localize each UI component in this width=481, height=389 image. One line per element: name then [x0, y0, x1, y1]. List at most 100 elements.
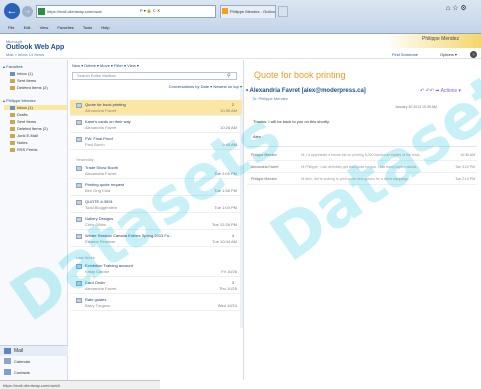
folder-rss[interactable]: RSS Feeds — [10, 147, 37, 152]
group-header: Yesterday — [76, 157, 94, 162]
message-subject: Exhibition Training account — [85, 263, 133, 268]
folder-label: Sent Items — [17, 119, 37, 124]
fav-deleted[interactable]: Deleted Items (2) — [10, 85, 48, 90]
folder-inbox[interactable]: Inbox (1) — [4, 105, 67, 110]
message-body: Thanks. I will be back to you on this sh… — [253, 119, 330, 124]
thread-sender: Philippe Mendez — [251, 153, 277, 157]
message-date: Fri 10/26 — [221, 269, 237, 274]
list-item[interactable]: Exhibition Training account Kristy Carone… — [70, 261, 242, 277]
sent-icon — [10, 78, 15, 83]
nav-label: Calendar — [14, 359, 31, 364]
message-subject: Winter Session Canada Entries Spring 201… — [85, 233, 173, 238]
list-item[interactable]: Card Order Alexandria Favret 3 Thu 10/25 — [70, 278, 242, 294]
app-title: Outlook Web App — [6, 44, 65, 51]
thread-snippet: Hi Philippe, I can definitely get that q… — [301, 165, 419, 169]
message-from: Alexandria Favret — [85, 108, 117, 113]
message-from: Todd Bloggerstein — [85, 205, 118, 210]
message-date: January 30 2013 10:39 AM — [395, 105, 437, 109]
folder-label: Deleted Items (2) — [17, 85, 48, 90]
reply-actions[interactable]: ↶ ↶↶ ➦ Actions ▾ — [420, 88, 461, 94]
envelope-icon — [76, 183, 82, 188]
reading-pane — [245, 60, 481, 389]
favorites-header[interactable]: ▴ Favorites — [3, 64, 23, 69]
site-icon — [38, 8, 45, 15]
forward-arrow-icon[interactable]: → — [22, 6, 33, 17]
envelope-icon — [76, 264, 82, 269]
nav-mail[interactable]: Mail — [0, 345, 68, 356]
address-controls[interactable]: P ▾ 🔒 C ✕ — [140, 5, 160, 17]
menu-view[interactable]: View — [40, 25, 49, 30]
fav-inbox[interactable]: Inbox (1) — [10, 71, 33, 76]
list-item[interactable]: Printing quote request Ben Ong Chia Tue 1:… — [70, 180, 242, 196]
new-tab-button[interactable] — [278, 6, 288, 17]
message-count: 4 — [231, 233, 234, 238]
find-someone-link[interactable]: Find Someone — [392, 52, 418, 57]
envelope-icon — [76, 234, 82, 239]
back-arrow-icon[interactable]: ← — [4, 3, 20, 19]
message-from: Chris Gibbs — [85, 222, 106, 227]
thread-sender: Philippe Mendez — [251, 177, 277, 181]
rss-icon — [10, 147, 15, 152]
envelope-icon — [76, 137, 82, 142]
deleted-icon — [10, 85, 15, 90]
message-date: Tue 1:04 PM — [214, 205, 237, 210]
message-from: Paul Burch — [85, 142, 105, 147]
notes-icon — [10, 140, 15, 145]
folder-drafts[interactable]: Drafts — [10, 112, 28, 117]
thread-item[interactable]: Philippe Mendez Hi, I'd appreciate a form… — [247, 150, 477, 161]
message-recipient[interactable]: To: Philippe Mendez — [252, 96, 288, 101]
help-icon[interactable]: ? — [470, 51, 477, 58]
fav-sent[interactable]: Sent Items — [10, 78, 36, 83]
message-sender[interactable]: • Alexandria Favret [alex@moderpress.ca] — [246, 88, 366, 94]
group-header: Last Week — [76, 255, 95, 260]
folder-notes[interactable]: Notes — [10, 140, 27, 145]
thread-item[interactable]: Philippe Mendez Hi Alex, We're looking to… — [247, 174, 477, 185]
divider — [247, 146, 477, 147]
message-subject: Kane's cards on their way — [85, 119, 131, 124]
menu-favorites[interactable]: Favorites — [57, 25, 73, 30]
address-bar[interactable]: https://mail.clientway.com/owa/ — [36, 5, 216, 18]
message-from: Eleanor Fenniver — [85, 239, 116, 244]
options-menu[interactable]: Options ▾ — [440, 52, 457, 57]
browser-toolbar-icons[interactable]: ⌂ ☆ ⚙ — [446, 4, 467, 12]
list-item[interactable]: Rate guides Barry Turgeon Wed 10/24 — [70, 295, 242, 311]
menu-file[interactable]: File — [8, 25, 14, 30]
browser-tab[interactable]: Philippe Mendez - Outlook... — [220, 5, 276, 18]
list-item[interactable]: FW: Final Proof Paul Burch 9:45 AM — [70, 134, 242, 150]
thread-sender: Alexandria Favret — [251, 165, 279, 169]
search-icon[interactable]: ⚲ — [227, 73, 231, 79]
user-name[interactable]: Philippe Mendez — [422, 36, 459, 42]
menu-tools[interactable]: Tools — [83, 25, 92, 30]
list-item[interactable]: Kane's cards on their way Alexandria Favr… — [70, 117, 242, 133]
list-item[interactable]: Winter Session Canada Entries Spring 201… — [70, 231, 242, 247]
folder-sent[interactable]: Sent Items — [10, 119, 36, 124]
thread-snippet: Hi Alex, We're looking to print some new… — [301, 177, 411, 181]
menu-help[interactable]: Help — [101, 25, 109, 30]
thread-date: 10:36 AM — [460, 153, 475, 157]
message-date: 10:39 AM — [220, 108, 237, 113]
folder-label: Inbox (1) — [17, 71, 33, 76]
folder-label: Deleted Items (2) — [17, 126, 48, 131]
list-item[interactable]: QUOTE #-3591 Todd Bloggerstein Tue 1:04 PM — [70, 197, 242, 213]
nav-contacts[interactable]: Contacts — [0, 367, 68, 378]
thread-item[interactable]: Alexandria Favret Hi Philippe, I can defi… — [247, 162, 477, 173]
nav-calendar[interactable]: Calendar — [0, 356, 68, 367]
message-toolbar[interactable]: New ▾ Delete ▾ Move ▾ Filter ▾ View ▾ — [72, 63, 139, 68]
list-item[interactable]: Gallery Designs Chris Gibbs Tue 12:28 PM — [70, 214, 242, 230]
account-header[interactable]: ▴ Philippe Mendez — [3, 98, 36, 103]
nav-label: Mail — [14, 348, 24, 354]
message-subject: Gallery Designs — [85, 216, 114, 221]
envelope-icon — [76, 217, 82, 222]
list-item[interactable]: Quote for book printing Alexandria Favret… — [70, 100, 242, 116]
folder-junk[interactable]: Junk E-Mail — [10, 133, 38, 138]
folder-deleted[interactable]: Deleted Items (2) — [10, 126, 48, 131]
message-subject: Card Order — [85, 280, 106, 285]
list-item[interactable]: Trade Show Booth Alexandria Favret Tue 2:0… — [70, 163, 242, 179]
thread-date: Tue 3:22 PM — [455, 165, 475, 169]
thread-date: Tue 2:14 PM — [455, 177, 475, 181]
deleted-icon — [10, 126, 15, 131]
message-date: Thu 10/25 — [218, 286, 237, 291]
menu-edit[interactable]: Edit — [24, 25, 31, 30]
search-input[interactable]: Search Entire Mailbox — [72, 72, 237, 80]
sort-options[interactable]: Conversations by Date ▾ Newest on top ▾ — [72, 84, 242, 89]
